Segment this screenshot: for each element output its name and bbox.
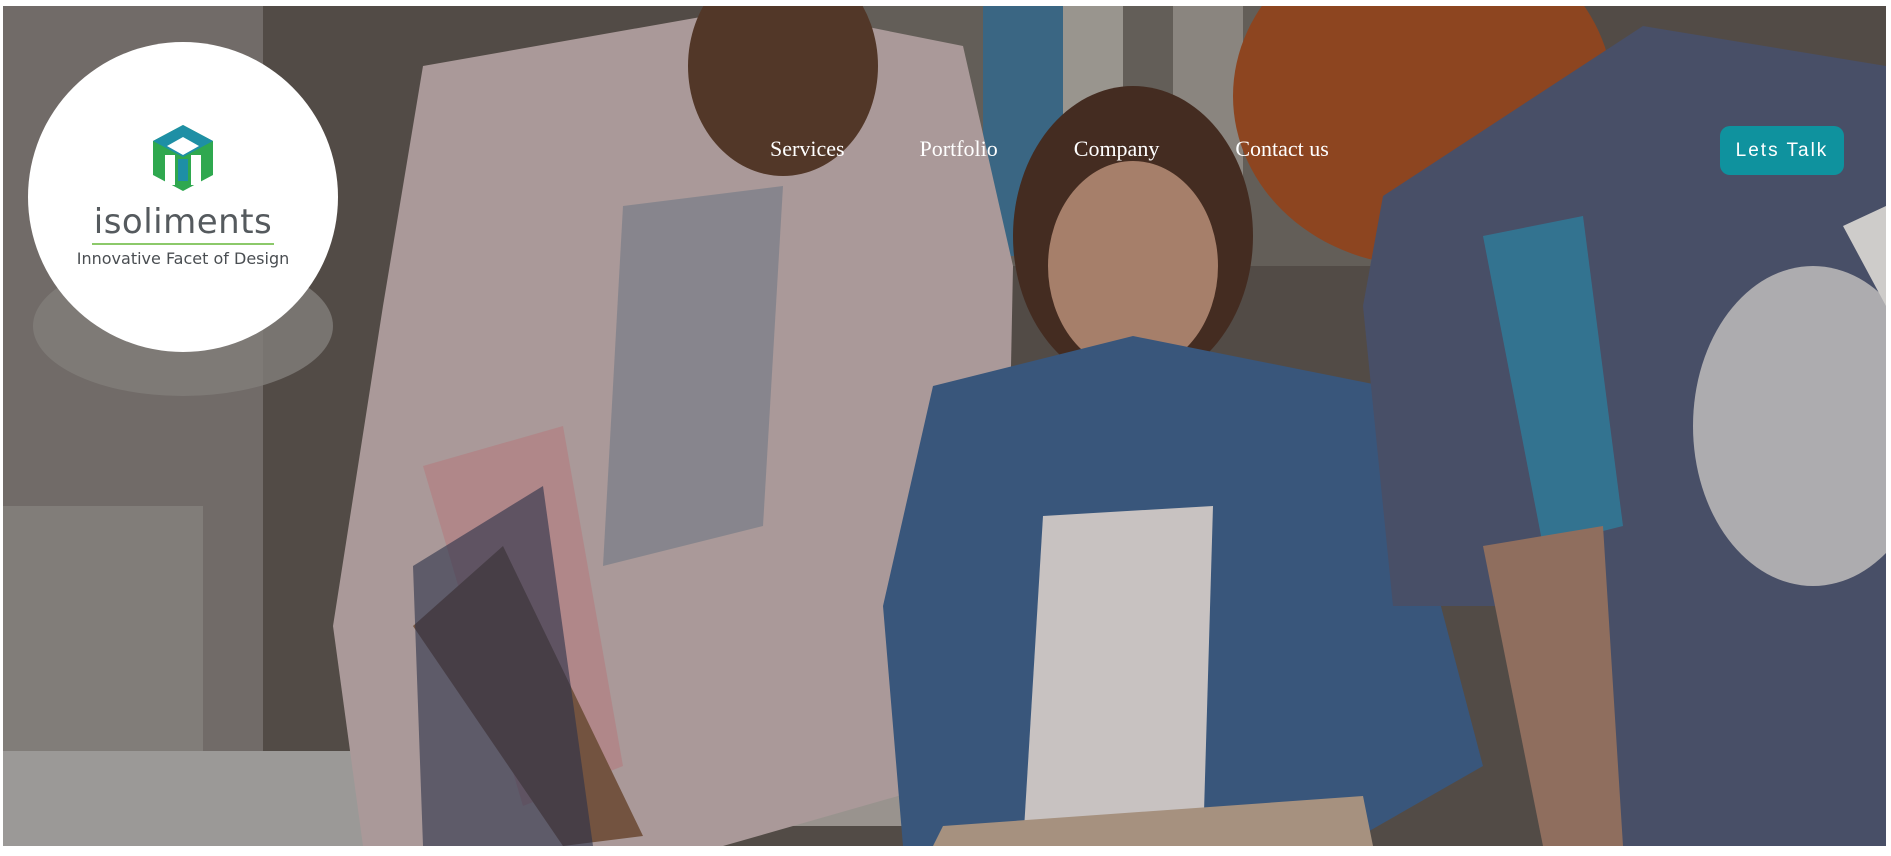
nav-link-services[interactable]: Services (770, 136, 845, 162)
brand-logo[interactable]: isoliments Innovative Facet of Design (28, 42, 338, 352)
logo-tagline: Innovative Facet of Design (76, 248, 290, 268)
logo-wordmark: isoliments (93, 201, 273, 242)
main-navigation: Services Portfolio Company Contact us (770, 136, 1329, 162)
lets-talk-button[interactable]: Lets Talk (1720, 126, 1844, 175)
nav-link-portfolio[interactable]: Portfolio (920, 136, 998, 162)
nav-link-contact-us[interactable]: Contact us (1235, 136, 1329, 162)
nav-link-company[interactable]: Company (1074, 136, 1160, 162)
logo-divider (92, 242, 274, 245)
isoliments-logo-icon (153, 124, 213, 191)
